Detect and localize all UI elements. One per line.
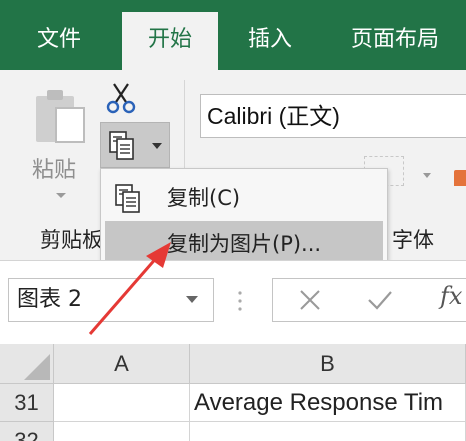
paste-icon[interactable] bbox=[34, 88, 88, 146]
cell-a31[interactable] bbox=[54, 384, 190, 422]
copy-button[interactable] bbox=[100, 122, 170, 168]
copy-icon bbox=[109, 131, 134, 160]
column-header-b[interactable]: B bbox=[190, 344, 466, 384]
paste-label[interactable]: 粘贴 bbox=[32, 152, 76, 184]
copy-icon bbox=[115, 184, 140, 213]
row-header-32[interactable]: 32 bbox=[0, 422, 54, 441]
row-header-31[interactable]: 31 bbox=[0, 384, 54, 422]
clipboard-group-label: 剪贴板 bbox=[40, 228, 103, 252]
menu-item-label: 复制(C) bbox=[167, 186, 241, 210]
tab-insert[interactable]: 插入 bbox=[232, 12, 308, 70]
tab-home[interactable]: 开始 bbox=[122, 12, 218, 70]
select-all-corner[interactable] bbox=[0, 344, 54, 384]
font-group-label: 字体 bbox=[392, 228, 434, 252]
tab-file[interactable]: 文件 bbox=[18, 12, 100, 70]
cell-b31[interactable]: Average Response Tim bbox=[190, 384, 466, 422]
x-icon[interactable] bbox=[298, 288, 322, 312]
menu-item-copy[interactable]: 复制(C) bbox=[105, 175, 383, 221]
copy-dropdown-caret[interactable] bbox=[152, 143, 162, 149]
splitter-handle-icon[interactable] bbox=[238, 290, 242, 312]
column-header-a[interactable]: A bbox=[54, 344, 190, 384]
cell-b32[interactable] bbox=[190, 422, 466, 441]
tab-page-layout[interactable]: 页面布局 bbox=[332, 12, 458, 70]
font-name-box[interactable]: Calibri (正文) bbox=[200, 94, 466, 138]
cell-a32[interactable] bbox=[54, 422, 190, 441]
ribbon-tab-bar: 文件 开始 插入 页面布局 bbox=[0, 0, 466, 70]
name-box-dropdown-caret[interactable] bbox=[186, 296, 198, 303]
fx-icon[interactable]: fx bbox=[440, 282, 462, 310]
paste-dropdown-caret[interactable] bbox=[56, 193, 66, 198]
copy-menu: 复制(C) 复制为图片(P)... bbox=[100, 168, 388, 272]
check-icon[interactable] bbox=[366, 288, 394, 312]
border-dropdown-caret[interactable] bbox=[423, 173, 431, 178]
fill-color-icon[interactable] bbox=[454, 170, 466, 186]
scissors-icon[interactable] bbox=[106, 82, 136, 114]
name-box[interactable]: 图表 2 bbox=[8, 278, 214, 322]
